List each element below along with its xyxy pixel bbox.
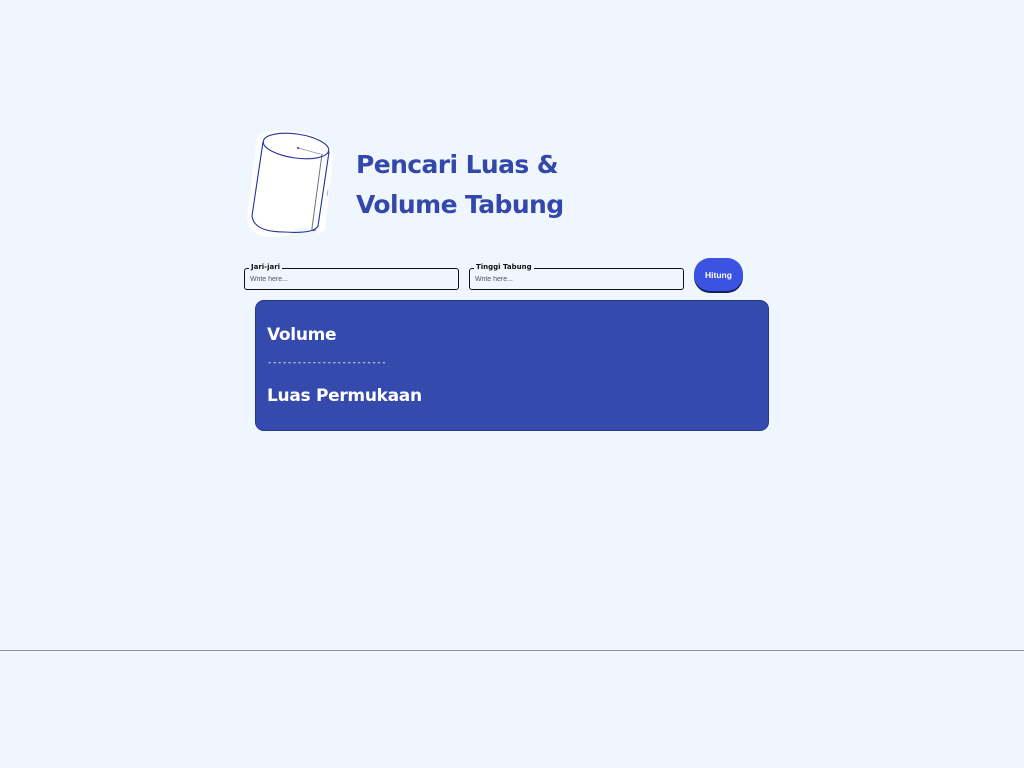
height-input[interactable] bbox=[475, 273, 675, 285]
title-line-2: Volume Tabung bbox=[356, 190, 564, 219]
page-title: Pencari Luas & Volume Tabung bbox=[356, 145, 564, 225]
radius-input[interactable] bbox=[250, 273, 450, 285]
footer-divider bbox=[0, 650, 1024, 651]
volume-heading: Volume bbox=[267, 325, 337, 345]
height-field: Tinggi Tabung bbox=[469, 263, 684, 290]
result-divider: ------------------------ bbox=[267, 358, 387, 368]
title-line-1: Pencari Luas & bbox=[356, 150, 559, 179]
radius-field: Jari-jari bbox=[244, 263, 459, 290]
cylinder-sketch-icon bbox=[247, 130, 333, 238]
height-label: Tinggi Tabung bbox=[474, 263, 534, 272]
radius-label: Jari-jari bbox=[249, 263, 283, 272]
result-card: Volume ------------------------ Luas Per… bbox=[255, 300, 769, 431]
surface-area-heading: Luas Permukaan bbox=[267, 386, 422, 406]
calculate-button[interactable]: Hitung bbox=[694, 258, 743, 291]
